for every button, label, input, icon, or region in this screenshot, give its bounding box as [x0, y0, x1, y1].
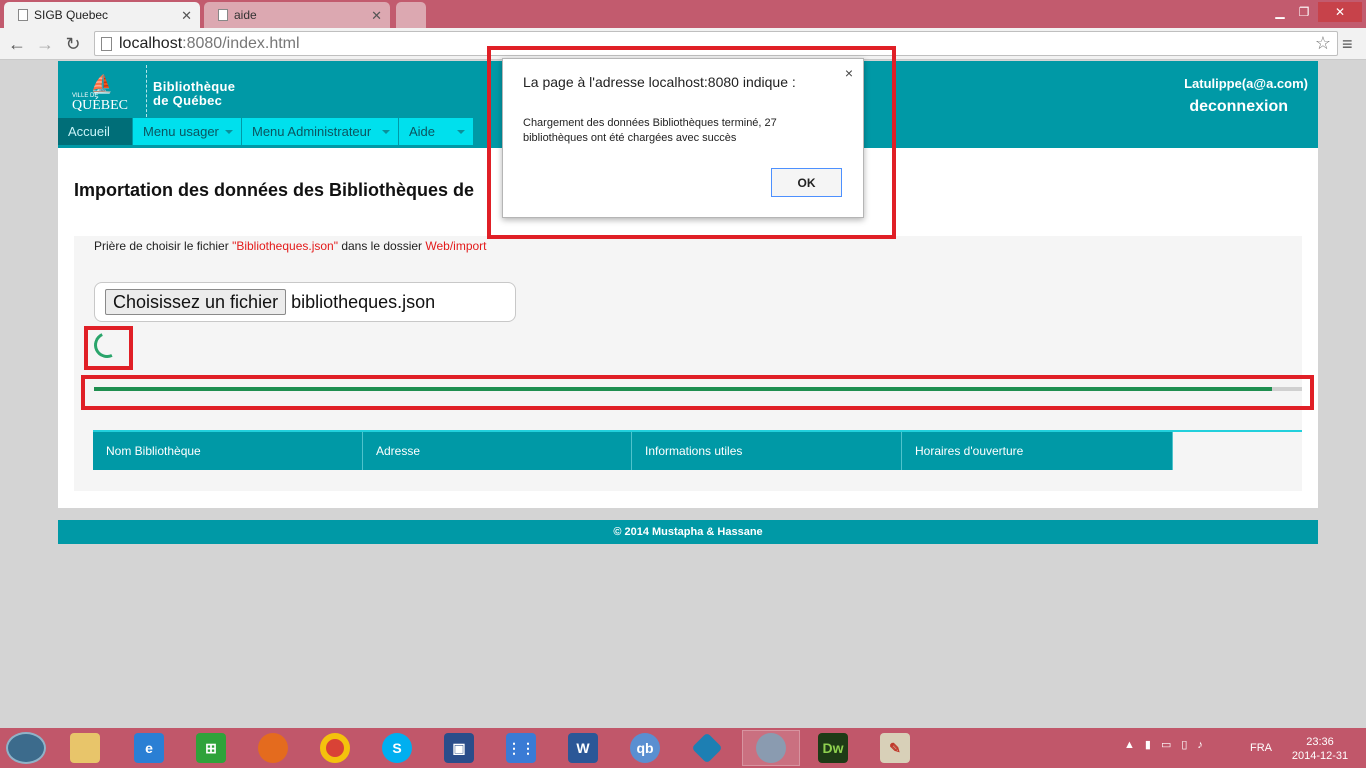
skype-icon[interactable]: S: [368, 730, 426, 766]
highlight-box-progress: [81, 375, 1314, 410]
caret-down-icon: [382, 130, 390, 134]
close-tab-icon[interactable]: ✕: [181, 8, 192, 24]
browser-menu-icon[interactable]: ≡: [1342, 34, 1353, 55]
qbittorrent-icon[interactable]: qb: [616, 730, 674, 766]
paint-icon[interactable]: ✎: [866, 730, 924, 766]
clock-time: 23:36: [1306, 736, 1334, 748]
system-tray: ▲ ▮ ▭ ▯ ♪: [1124, 738, 1203, 752]
bookmark-star-icon[interactable]: ☆: [1315, 33, 1331, 54]
import-instructions: Prière de choisir le fichier "Bibliotheq…: [94, 239, 487, 253]
instructions-prefix: Prière de choisir le fichier: [94, 239, 233, 253]
nav-item-aide[interactable]: Aide: [399, 118, 474, 145]
nav-item-menu-usager[interactable]: Menu usager: [133, 118, 242, 145]
chrome-running-icon[interactable]: [742, 730, 800, 766]
close-tab-icon[interactable]: ✕: [371, 8, 382, 24]
nav-item-menu-administrateur[interactable]: Menu Administrateur: [242, 118, 399, 145]
tab-sigb-quebec[interactable]: SIGB Quebec ✕: [4, 2, 200, 28]
ship-icon: ⛵: [90, 74, 114, 94]
instructions-file: "Bibliotheques.json": [232, 239, 338, 253]
column-header-adresse[interactable]: Adresse: [363, 432, 632, 470]
site-title-line1: Bibliothèque: [153, 79, 236, 94]
nav-item-label: Menu Administrateur: [252, 124, 372, 139]
back-icon[interactable]: ←: [6, 33, 28, 55]
libraries-table-header: Nom Bibliothèque Adresse Informations ut…: [93, 430, 1302, 470]
internet-explorer-icon[interactable]: e: [120, 730, 178, 766]
volume-icon[interactable]: ♪: [1197, 739, 1203, 751]
save-app-icon[interactable]: ▣: [430, 730, 488, 766]
page-icon: [18, 9, 28, 21]
page-icon: [218, 9, 228, 21]
apps-grid-icon[interactable]: ⋮⋮: [492, 730, 550, 766]
network-icon[interactable]: ▭: [1161, 738, 1171, 751]
language-indicator[interactable]: FRA: [1250, 742, 1272, 754]
instructions-middle: dans le dossier: [337, 239, 426, 253]
caret-down-icon: [457, 130, 465, 134]
chrome-icon[interactable]: [306, 730, 364, 766]
nav-item-label: Aide: [409, 124, 436, 139]
tray-arrow-icon[interactable]: ▲: [1124, 739, 1135, 751]
dialog-title: La page à l'adresse localhost:8080 indiq…: [523, 74, 796, 90]
page-title: Importation des données des Bibliothèque…: [74, 180, 475, 200]
signal-icon[interactable]: ▮: [1145, 738, 1151, 751]
nav-item-accueil[interactable]: Accueil: [58, 118, 133, 145]
site-footer: © 2014 Mustapha & Hassane: [58, 520, 1318, 544]
battery-icon[interactable]: ▯: [1181, 738, 1187, 751]
url-path: :8080/index.html: [182, 34, 300, 52]
nav-item-label: Menu usager: [143, 124, 219, 139]
clock[interactable]: 23:36 2014-12-31: [1290, 735, 1350, 763]
nav-item-label: Accueil: [68, 124, 110, 139]
caret-down-icon: [225, 130, 233, 134]
app-diamond-icon[interactable]: [678, 730, 736, 766]
logo-quebec: QUÉBEC: [72, 98, 128, 113]
file-explorer-icon[interactable]: [56, 730, 114, 766]
file-input[interactable]: Choisissez un fichier bibliotheques.json: [94, 282, 516, 322]
logout-link[interactable]: deconnexion: [1189, 98, 1288, 116]
column-header-nom[interactable]: Nom Bibliothèque: [93, 432, 363, 470]
forward-icon[interactable]: →: [34, 33, 56, 55]
column-header-horaires[interactable]: Horaires d'ouverture: [902, 432, 1173, 470]
column-header-informations[interactable]: Informations utiles: [632, 432, 902, 470]
dreamweaver-icon[interactable]: Dw: [804, 730, 862, 766]
browser-titlebar: SIGB Quebec ✕ aide ✕ ▁ ❐ ✕: [0, 0, 1366, 28]
taskbar: e ⊞ S ▣ ⋮⋮ W qb Dw ✎ ▲ ▮ ▭ ▯ ♪ FRA 23:36…: [0, 728, 1366, 768]
site-title: Bibliothèque de Québec: [153, 80, 235, 108]
highlight-box-spinner: [84, 326, 133, 370]
instructions-folder: Web/import: [425, 239, 487, 253]
store-icon[interactable]: ⊞: [182, 730, 240, 766]
start-button[interactable]: [6, 732, 46, 764]
logo-divider: [146, 65, 147, 117]
firefox-icon[interactable]: [244, 730, 302, 766]
tab-aide[interactable]: aide ✕: [204, 2, 390, 28]
maximize-icon[interactable]: ❐: [1292, 2, 1316, 22]
reload-icon[interactable]: ↻: [62, 33, 84, 55]
ville-de-quebec-logo: ⛵ VILLE DE QUÉBEC: [72, 75, 132, 115]
tab-title: SIGB Quebec: [34, 8, 109, 22]
choose-file-button[interactable]: Choisissez un fichier: [105, 289, 287, 315]
page-icon: [101, 37, 112, 51]
user-email: Latulippe(a@a.com): [1184, 76, 1308, 91]
new-tab-button[interactable]: [396, 2, 426, 28]
import-panel: Prière de choisir le fichier "Bibliotheq…: [74, 236, 1302, 491]
clock-date: 2014-12-31: [1291, 750, 1349, 762]
alert-dialog: La page à l'adresse localhost:8080 indiq…: [502, 58, 864, 218]
ok-button[interactable]: OK: [771, 168, 842, 197]
minimize-icon[interactable]: ▁: [1268, 2, 1292, 22]
selected-file-name: bibliotheques.json: [291, 291, 436, 312]
main-nav: Accueil Menu usager Menu Administrateur …: [58, 118, 474, 145]
word-icon[interactable]: W: [554, 730, 612, 766]
site-title-line2: de Québec: [153, 93, 223, 108]
url-host: localhost: [119, 34, 183, 52]
dialog-message: Chargement des données Bibliothèques ter…: [523, 117, 777, 144]
close-icon[interactable]: ×: [845, 65, 853, 81]
tab-title: aide: [234, 8, 257, 22]
close-window-icon[interactable]: ✕: [1318, 2, 1362, 22]
